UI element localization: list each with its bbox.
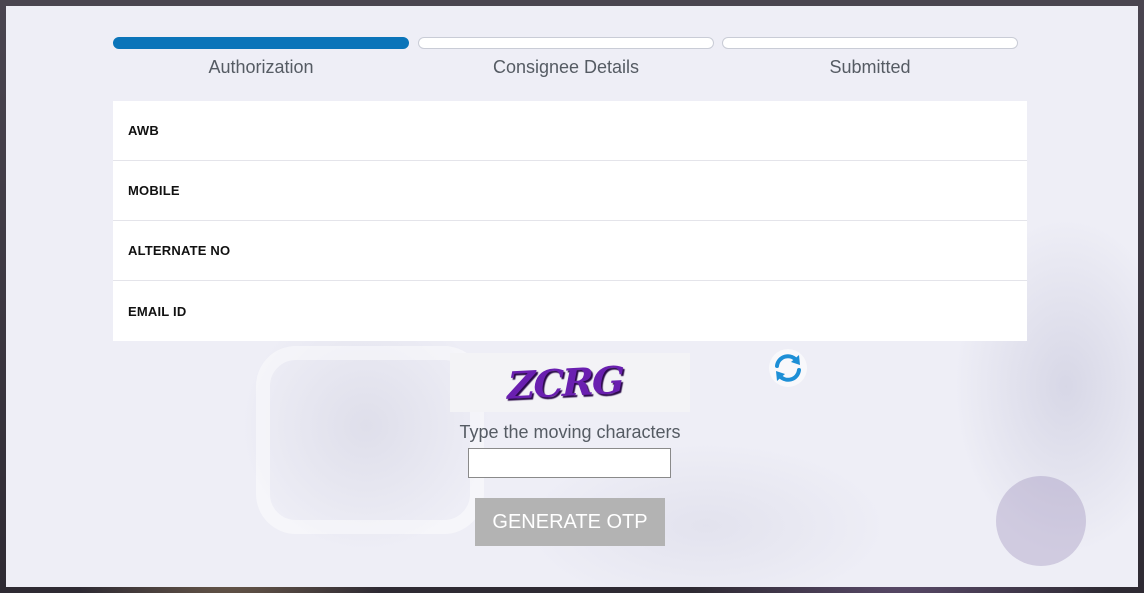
background-decoration (996, 476, 1086, 566)
captcha-caption: Type the moving characters (459, 422, 681, 442)
step-progress-bar (113, 37, 409, 49)
email-id-field[interactable]: EMAIL ID (113, 281, 1027, 341)
step-consignee-details: Consignee Details (418, 37, 714, 78)
field-label: EMAIL ID (128, 303, 187, 319)
step-label: Consignee Details (492, 57, 640, 77)
step-label: Submitted (829, 57, 911, 77)
step-submitted: Submitted (722, 37, 1018, 78)
awb-field[interactable]: AWB (113, 101, 1027, 161)
authorization-form: AWB MOBILE ALTERNATE NO EMAIL ID (113, 101, 1027, 341)
step-progress-bar (418, 37, 714, 49)
field-label: AWB (128, 123, 159, 138)
generate-otp-button[interactable]: GENERATE OTP (475, 498, 665, 546)
step-progress-bar (722, 37, 1018, 49)
step-authorization: Authorization (113, 37, 409, 78)
alternate-no-field[interactable]: ALTERNATE NO (113, 221, 1027, 281)
captcha-input[interactable] (468, 448, 671, 478)
field-label: MOBILE (128, 183, 180, 198)
field-label: ALTERNATE NO (128, 243, 231, 258)
progress-steps: Authorization Consignee Details Submitte… (113, 37, 1019, 87)
refresh-icon[interactable] (768, 348, 808, 388)
mobile-field[interactable]: MOBILE (113, 161, 1027, 221)
captcha-image: ZCRG (450, 353, 690, 412)
captcha-characters: ZCRG (502, 357, 628, 408)
step-label: Authorization (208, 57, 314, 77)
